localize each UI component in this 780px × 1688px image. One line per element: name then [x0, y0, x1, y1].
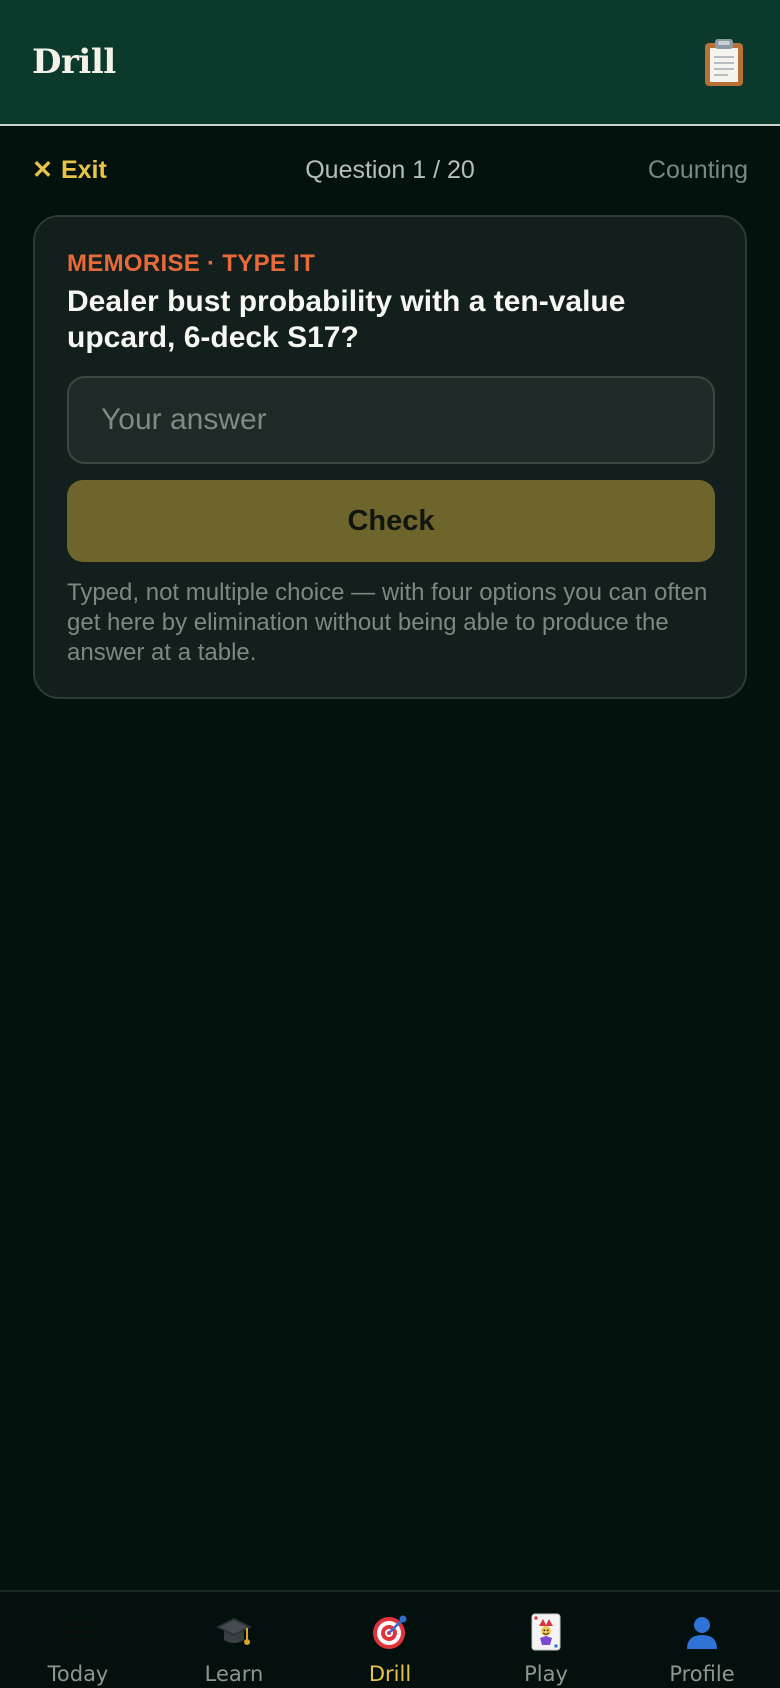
- drill-screen: Drill ✕ Exit Question 1 / 20 Counting ME…: [0, 0, 780, 1688]
- answer-input[interactable]: [67, 376, 715, 464]
- joker-card-icon: [526, 1612, 566, 1652]
- bottom-nav: Today Learn Drill Play Profile: [0, 1590, 780, 1688]
- nav-item-profile[interactable]: Profile: [624, 1592, 780, 1688]
- mode-label: Counting: [647, 155, 748, 184]
- nav-label-learn: Learn: [204, 1662, 264, 1686]
- drill-subbar: ✕ Exit Question 1 / 20 Counting: [0, 126, 780, 214]
- nav-label-play: Play: [524, 1662, 568, 1686]
- hint-text: Typed, not multiple choice — with four o…: [67, 579, 708, 666]
- nav-item-today[interactable]: Today: [0, 1592, 156, 1688]
- question-tag: MEMORISE · TYPE IT: [67, 250, 316, 277]
- question-text: Dealer bust probability with a ten-value…: [67, 285, 626, 354]
- app-header: Drill: [0, 0, 780, 126]
- menu-icon: [58, 1612, 98, 1652]
- clipboard-icon[interactable]: [702, 37, 746, 87]
- user-icon: [682, 1612, 722, 1652]
- graduation-cap-icon: [214, 1612, 254, 1652]
- exit-button[interactable]: ✕ Exit: [32, 156, 107, 185]
- nav-item-play[interactable]: Play: [468, 1592, 624, 1688]
- target-icon: [370, 1612, 410, 1652]
- page-title: Drill: [32, 42, 116, 82]
- nav-item-learn[interactable]: Learn: [156, 1592, 312, 1688]
- nav-label-profile: Profile: [669, 1662, 735, 1686]
- nav-label-drill: Drill: [368, 1662, 412, 1686]
- nav-item-drill[interactable]: Drill: [312, 1592, 468, 1688]
- question-card: MEMORISE · TYPE IT Dealer bust probabili…: [33, 215, 747, 699]
- exit-label: Exit: [60, 155, 107, 184]
- close-icon: ✕: [32, 155, 53, 184]
- nav-label-today: Today: [47, 1662, 109, 1686]
- check-button[interactable]: Check: [67, 480, 715, 562]
